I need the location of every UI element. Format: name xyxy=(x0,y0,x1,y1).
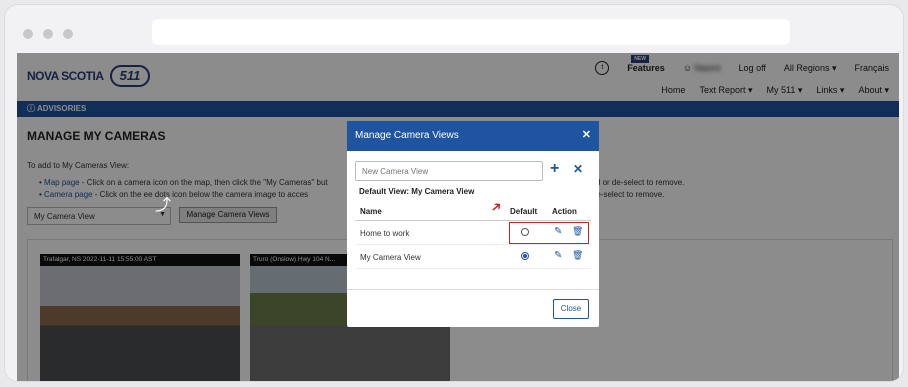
add-icon[interactable]: + xyxy=(550,160,559,178)
clear-icon[interactable]: ✕ xyxy=(573,162,583,176)
trash-icon[interactable]: 🗑 xyxy=(572,226,583,237)
window-controls xyxy=(23,29,73,39)
address-bar[interactable] xyxy=(152,19,790,45)
close-button[interactable]: Close xyxy=(553,299,589,319)
default-radio[interactable] xyxy=(521,228,529,236)
view-name: My Camera View xyxy=(360,253,421,262)
minimize-window-dot[interactable] xyxy=(43,29,53,39)
edit-icon[interactable]: ✎ xyxy=(554,250,562,261)
col-action: Action xyxy=(552,207,577,216)
trash-icon[interactable]: 🗑 xyxy=(572,250,583,261)
manage-camera-views-dialog: Manage Camera Views ✕ + ✕ Default View: … xyxy=(347,121,599,327)
dialog-header: Manage Camera Views ✕ xyxy=(347,121,599,151)
dialog-title: Manage Camera Views xyxy=(355,130,459,141)
default-radio[interactable] xyxy=(521,252,529,260)
maximize-window-dot[interactable] xyxy=(63,29,73,39)
close-icon[interactable]: ✕ xyxy=(582,128,591,141)
default-view-label: Default View: My Camera View xyxy=(359,187,475,196)
browser-window: NOVA SCOTIA 511 t NEW Features ☺ Naomi L… xyxy=(4,4,904,382)
col-default: Default xyxy=(510,207,538,216)
edit-icon[interactable]: ✎ xyxy=(554,226,562,237)
view-name: Home to work xyxy=(360,229,410,238)
table-row: Home to work ✎ 🗑 xyxy=(355,221,591,245)
table-row: My Camera View ✎ 🗑 xyxy=(355,245,591,269)
table-header: Name Default Action xyxy=(355,201,591,221)
close-window-dot[interactable] xyxy=(23,29,33,39)
col-name: Name xyxy=(360,207,382,216)
dialog-footer: Close xyxy=(347,289,599,327)
new-camera-view-input[interactable] xyxy=(355,161,543,181)
page-viewport: NOVA SCOTIA 511 t NEW Features ☺ Naomi L… xyxy=(17,53,899,381)
pointer-arrow-icon: ⤴ xyxy=(155,197,172,214)
camera-views-table: Name Default Action Home to work ✎ 🗑 My … xyxy=(355,201,591,269)
